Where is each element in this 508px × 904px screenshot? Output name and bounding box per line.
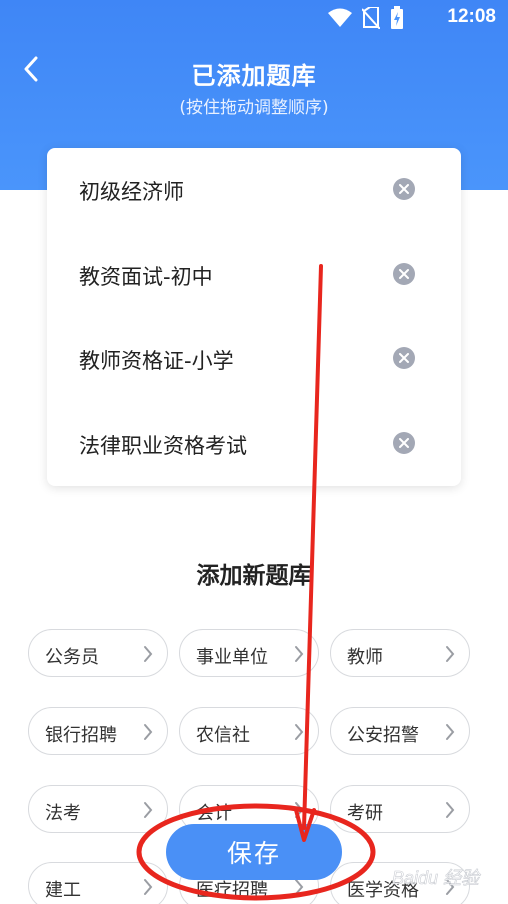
added-bank-item[interactable]: 教资面试-初中 — [47, 233, 461, 317]
added-bank-label: 法律职业资格考试 — [79, 434, 247, 458]
page-title: 已添加题库 — [191, 62, 317, 90]
chip-label: 考研 — [347, 803, 383, 824]
chip-label: 事业单位 — [196, 647, 268, 668]
chip-label: 公务员 — [45, 647, 99, 668]
chevron-right-icon — [144, 724, 153, 740]
status-bar: 12:08 — [0, 0, 508, 36]
added-bank-label: 教资面试-初中 — [79, 265, 213, 289]
page-subtitle: (按住拖动调整顺序) — [179, 98, 329, 118]
chip-label: 建工 — [45, 880, 81, 901]
chevron-right-icon — [144, 802, 153, 818]
category-chip[interactable]: 法考 — [28, 785, 168, 833]
category-chip[interactable]: 医学资格 — [330, 862, 470, 904]
battery-charging-icon — [391, 6, 403, 29]
category-chip[interactable]: 教师 — [330, 629, 470, 677]
chevron-right-icon — [295, 724, 304, 740]
wifi-icon — [328, 8, 352, 27]
chip-label: 教师 — [347, 647, 383, 668]
chevron-right-icon — [295, 802, 304, 818]
added-bank-item[interactable]: 初级经济师 — [47, 148, 461, 232]
remove-icon[interactable] — [393, 178, 415, 200]
category-chip[interactable]: 农信社 — [179, 707, 319, 755]
added-bank-item[interactable]: 教师资格证-小学 — [47, 317, 461, 401]
chip-label: 会计 — [196, 803, 232, 824]
chip-label: 银行招聘 — [45, 725, 117, 746]
category-chip[interactable]: 公务员 — [28, 629, 168, 677]
remove-icon[interactable] — [393, 263, 415, 285]
added-banks-list: 初级经济师 教资面试-初中 教师资格证-小学 法律职业资格考试 — [47, 148, 461, 486]
chip-label: 法考 — [45, 803, 81, 824]
remove-icon[interactable] — [393, 347, 415, 369]
category-chip[interactable]: 建工 — [28, 862, 168, 904]
chevron-right-icon — [144, 646, 153, 662]
remove-icon[interactable] — [393, 432, 415, 454]
chevron-right-icon — [295, 879, 304, 895]
category-chip[interactable]: 考研 — [330, 785, 470, 833]
chevron-right-icon — [446, 879, 455, 895]
chevron-right-icon — [295, 646, 304, 662]
added-bank-item[interactable]: 法律职业资格考试 — [47, 402, 461, 486]
added-bank-label: 教师资格证-小学 — [79, 349, 234, 373]
chevron-right-icon — [446, 802, 455, 818]
category-chip[interactable]: 事业单位 — [179, 629, 319, 677]
chip-label: 农信社 — [196, 725, 250, 746]
status-time: 12:08 — [447, 6, 496, 27]
chip-label: 公安招警 — [347, 725, 419, 746]
chip-label: 医学资格 — [347, 880, 419, 901]
chevron-right-icon — [446, 724, 455, 740]
chevron-right-icon — [144, 879, 153, 895]
added-bank-label: 初级经济师 — [79, 180, 184, 204]
add-section-title: 添加新题库 — [196, 563, 312, 589]
category-chip[interactable]: 公安招警 — [330, 707, 470, 755]
no-sim-icon — [362, 7, 380, 29]
save-button[interactable]: 保存 — [166, 824, 342, 880]
category-chip[interactable]: 银行招聘 — [28, 707, 168, 755]
chevron-right-icon — [446, 646, 455, 662]
